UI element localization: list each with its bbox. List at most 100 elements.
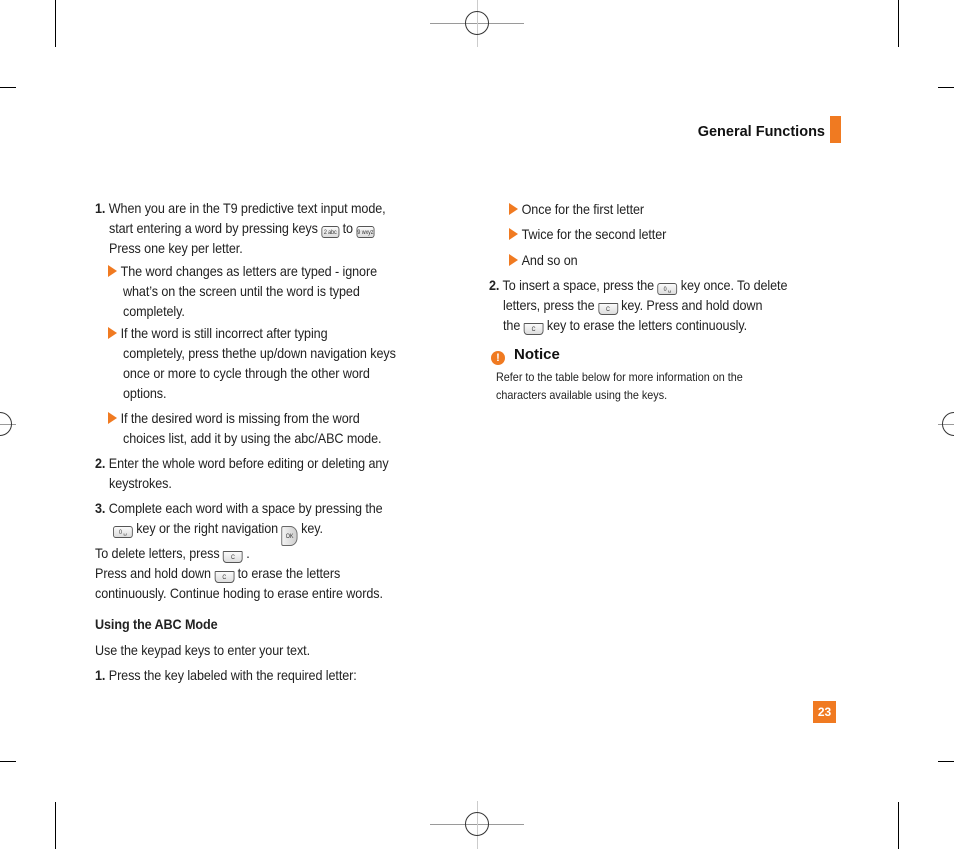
clear-key-icon: C bbox=[523, 323, 544, 335]
step-number: 2. bbox=[489, 277, 500, 293]
bullet-item: If the word is still incorrect after typ… bbox=[108, 323, 352, 343]
notice-box: ! bbox=[491, 347, 505, 365]
crop-mark bbox=[898, 802, 899, 849]
bullet-arrow-icon bbox=[108, 412, 117, 424]
bullet-continuation: completely, press thethe up/down navigat… bbox=[123, 343, 426, 363]
delete-instruction: To delete letters, press C . bbox=[95, 543, 267, 563]
step-3: 3. Complete each word with a space by pr… bbox=[95, 498, 415, 518]
bullet-text: choices list, add it by using the abc/AB… bbox=[123, 430, 382, 446]
right-step-2-line-2: letters, press the C key. Press and hold… bbox=[503, 295, 791, 315]
bullet-arrow-icon bbox=[108, 265, 117, 277]
bullet-item: And so on bbox=[509, 250, 585, 270]
bullet-continuation: choices list, add it by using the abc/AB… bbox=[123, 428, 410, 448]
step-text: the bbox=[503, 317, 521, 333]
bullet-text: completely. bbox=[123, 303, 185, 319]
abc-mode-intro: Use the keypad keys to enter your text. bbox=[95, 640, 334, 660]
crop-mark bbox=[0, 87, 16, 88]
notice-body: Refer to the table below for more inform… bbox=[496, 368, 770, 404]
step-text: key to erase the letters continuously. bbox=[546, 317, 748, 333]
body-text: to erase the letters bbox=[237, 565, 341, 581]
step-3-line-2: 0 ␣ key or the right navigation OK key. bbox=[113, 518, 346, 546]
step-text: keystrokes. bbox=[109, 475, 172, 491]
bullet-text: once or more to cycle through the other … bbox=[123, 365, 370, 381]
step-text: Enter the whole word before editing or d… bbox=[108, 455, 389, 471]
bullet-arrow-icon bbox=[509, 254, 518, 266]
bullet-text: what’s on the screen until the word is t… bbox=[123, 283, 360, 299]
notice-title: Notice bbox=[514, 346, 560, 363]
crop-mark bbox=[938, 761, 954, 762]
bullet-text: options. bbox=[123, 385, 167, 401]
step-text: key. bbox=[301, 520, 323, 536]
bullet-arrow-icon bbox=[509, 228, 518, 240]
bullet-text: And so on bbox=[521, 252, 578, 268]
crop-mark bbox=[0, 761, 16, 762]
step-text: key. Press and hold down bbox=[621, 297, 763, 313]
bullet-text: If the word is still incorrect after typ… bbox=[120, 325, 328, 341]
bullet-continuation: what’s on the screen until the word is t… bbox=[123, 281, 386, 301]
bullet-item: Once for the first letter bbox=[509, 199, 659, 219]
notice-text: characters available using the keys. bbox=[496, 388, 668, 402]
notice-text: Refer to the table below for more inform… bbox=[496, 370, 743, 384]
clear-key-icon: C bbox=[214, 571, 235, 583]
step-2-line-2: keystrokes. bbox=[109, 473, 179, 493]
body-text: . bbox=[246, 545, 250, 561]
delete-hold-instruction: Press and hold down C to erase the lette… bbox=[95, 563, 367, 583]
step-text: To insert a space, press the bbox=[502, 277, 655, 293]
clear-key-icon: C bbox=[597, 303, 618, 315]
abc-step-1: 1. Press the key labeled with the requir… bbox=[95, 665, 386, 685]
key-zero-space-icon: 0 ␣ bbox=[113, 526, 133, 538]
key-zero-space-icon: 0 ␣ bbox=[657, 283, 678, 295]
step-2: 2. Enter the whole word before editing o… bbox=[95, 453, 421, 473]
step-text: start entering a word by pressing keys bbox=[109, 220, 318, 236]
step-text: When you are in the T9 predictive text i… bbox=[108, 200, 386, 216]
bullet-arrow-icon bbox=[108, 327, 117, 339]
step-1-line-2: start entering a word by pressing keys 2… bbox=[109, 218, 404, 238]
section-title: General Functions bbox=[697, 124, 825, 140]
step-number: 3. bbox=[95, 500, 106, 516]
bullet-item: The word changes as letters are typed - … bbox=[108, 261, 407, 281]
step-number: 1. bbox=[95, 667, 106, 683]
body-text: Press and hold down bbox=[95, 565, 211, 581]
key-2-icon: 2 abc bbox=[321, 226, 340, 238]
bullet-text: completely, press thethe up/down navigat… bbox=[123, 345, 396, 361]
step-text: Complete each word with a space by press… bbox=[108, 500, 383, 516]
crop-mark bbox=[898, 0, 899, 47]
right-navigation-key-icon: OK bbox=[281, 526, 298, 546]
step-text: key or the right navigation bbox=[136, 520, 279, 536]
bullet-continuation: options. bbox=[123, 383, 171, 403]
step-text: to bbox=[342, 220, 353, 236]
clear-key-icon: C bbox=[223, 551, 243, 563]
page-number: 23 bbox=[813, 701, 836, 723]
body-text: continuously. Continue hoding to erase e… bbox=[95, 585, 383, 601]
step-text: key once. To delete bbox=[680, 277, 788, 293]
abc-mode-heading: Using the ABC Mode bbox=[95, 614, 231, 634]
step-number: 2. bbox=[95, 455, 106, 471]
key-9-icon: 9 wxyz bbox=[356, 226, 375, 238]
crop-mark bbox=[938, 87, 954, 88]
bullet-text: Once for the first letter bbox=[521, 201, 644, 217]
step-1: 1. When you are in the T9 predictive tex… bbox=[95, 198, 418, 218]
step-text: Press one key per letter. bbox=[109, 240, 243, 256]
body-text: Use the keypad keys to enter your text. bbox=[95, 642, 311, 658]
bullet-item: If the desired word is missing from the … bbox=[108, 408, 388, 428]
step-text: letters, press the bbox=[503, 297, 595, 313]
right-step-2: 2. To insert a space, press the 0 ␣ key … bbox=[489, 275, 821, 295]
delete-hold-instruction-line-2: continuously. Continue hoding to erase e… bbox=[95, 583, 415, 603]
step-text: Press the key labeled with the required … bbox=[108, 667, 357, 683]
bullet-text: Twice for the second letter bbox=[521, 226, 667, 242]
exclamation-icon: ! bbox=[491, 351, 505, 365]
step-number: 1. bbox=[95, 200, 106, 216]
bullet-text: The word changes as letters are typed - … bbox=[120, 263, 378, 279]
section-accent-bar bbox=[830, 116, 841, 143]
bullet-continuation: completely. bbox=[123, 301, 192, 321]
bullet-arrow-icon bbox=[509, 203, 518, 215]
body-text: To delete letters, press bbox=[95, 545, 220, 561]
bullet-text: If the desired word is missing from the … bbox=[120, 410, 360, 426]
step-1-line-3: Press one key per letter. bbox=[109, 238, 257, 258]
right-step-2-line-3: the C key to erase the letters continuou… bbox=[503, 315, 774, 335]
heading-text: Using the ABC Mode bbox=[95, 616, 218, 632]
bullet-continuation: once or more to cycle through the other … bbox=[123, 363, 397, 383]
crop-mark bbox=[55, 0, 56, 47]
crop-mark bbox=[55, 802, 56, 849]
bullet-item: Twice for the second letter bbox=[509, 224, 684, 244]
